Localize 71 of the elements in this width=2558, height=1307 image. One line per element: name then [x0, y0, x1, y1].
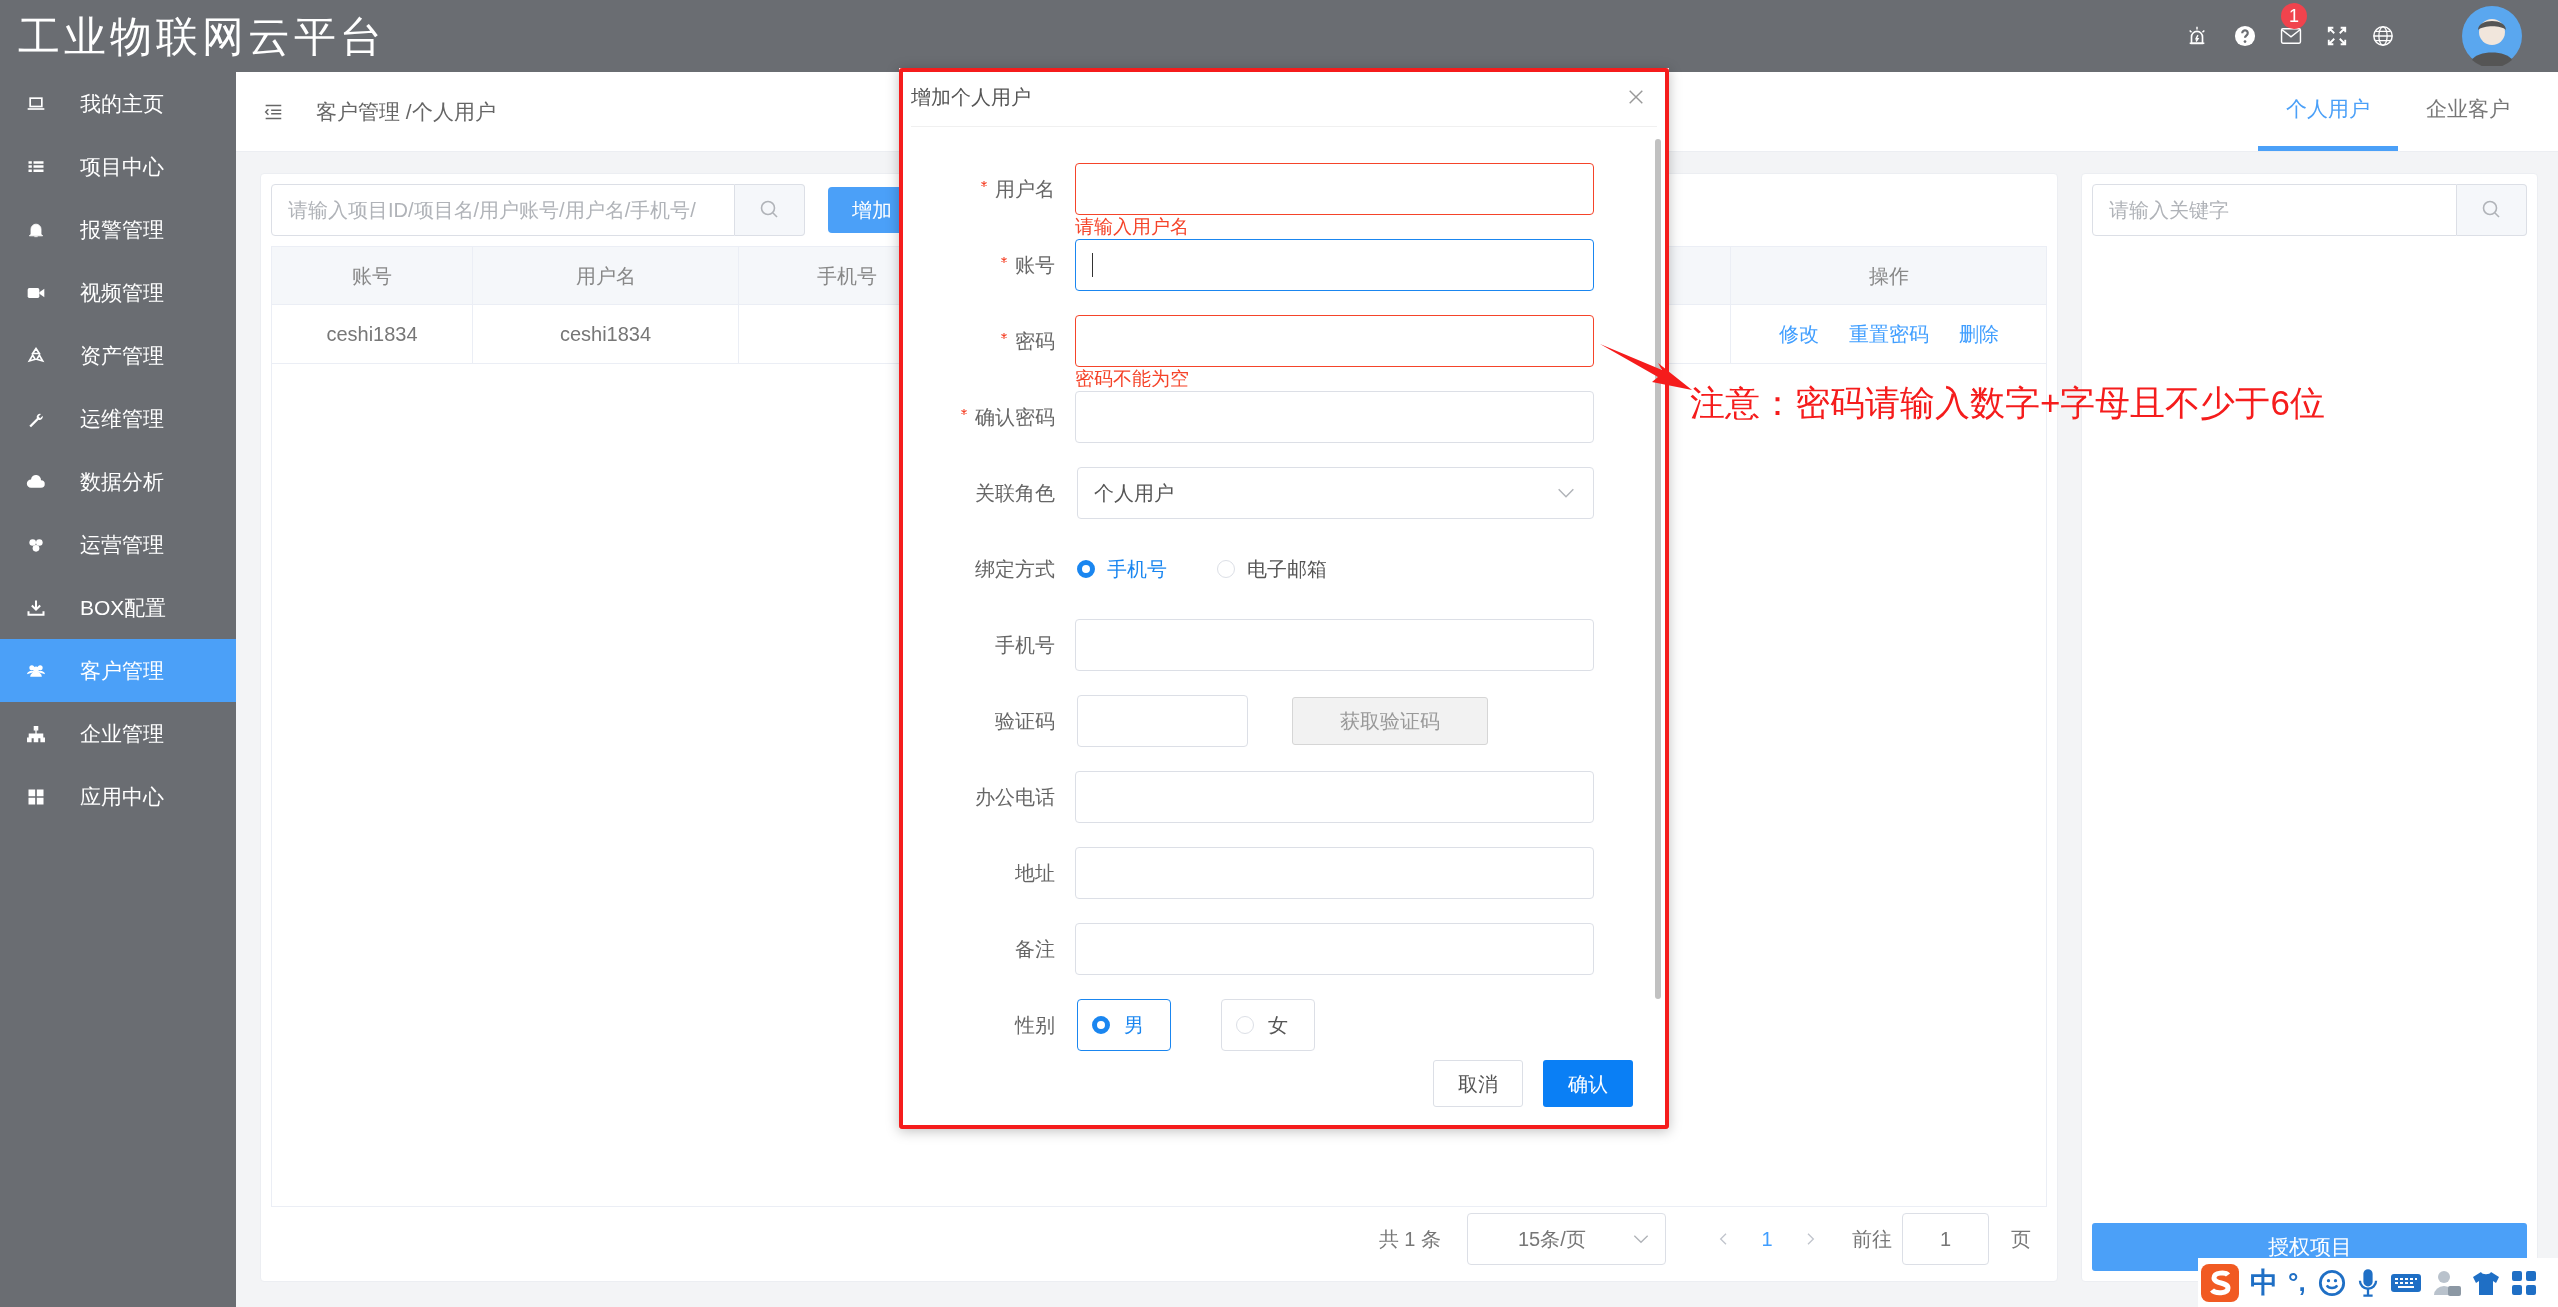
field-label: 手机号: [995, 633, 1055, 658]
sidebar-item[interactable]: 数据分析: [0, 450, 236, 513]
field-label: 绑定方式: [975, 557, 1055, 582]
grid-icon[interactable]: [2509, 1268, 2538, 1297]
notification-badge: 1: [2281, 3, 2307, 29]
ime-logo-icon[interactable]: [2200, 1262, 2240, 1303]
page-number[interactable]: 1: [1742, 1224, 1792, 1254]
dialog-title: 增加个人用户: [911, 85, 1031, 110]
field-label: 用户名: [995, 177, 1055, 202]
tab[interactable]: 企业客户: [2398, 72, 2538, 151]
sidebar-item[interactable]: 运营管理: [0, 513, 236, 576]
get-code-button[interactable]: 获取验证码: [1292, 697, 1488, 745]
search-field[interactable]: 请输入项目ID/项目名/用户账号/用户名/手机号/: [271, 184, 735, 236]
input-field[interactable]: [1075, 315, 1594, 367]
confirm-button[interactable]: 确认: [1543, 1060, 1633, 1107]
field-label: 账号: [1015, 253, 1055, 278]
column-header: 账号: [272, 247, 473, 304]
action-link[interactable]: 修改: [1778, 319, 1819, 349]
field-label: 办公电话: [975, 785, 1055, 810]
radio-option[interactable]: 男: [1077, 999, 1171, 1051]
input-field[interactable]: [1075, 239, 1594, 291]
field-label: 关联角色: [975, 481, 1055, 506]
role-select[interactable]: 个人用户: [1077, 467, 1594, 519]
sidebar-item[interactable]: 我的主页: [0, 72, 236, 135]
sidebar-item[interactable]: 企业管理: [0, 702, 236, 765]
column-header: 操作: [1867, 263, 1910, 289]
table-cell: ceshi1834: [473, 305, 739, 363]
sidebar-item[interactable]: 资产管理: [0, 324, 236, 387]
field-label: 地址: [1015, 861, 1055, 886]
column-header: 用户名: [473, 247, 739, 304]
sidebar-item[interactable]: 报警管理: [0, 198, 236, 261]
help-icon[interactable]: [2234, 25, 2256, 47]
radio-label[interactable]: 手机号: [1107, 554, 1167, 584]
keyword-search-field[interactable]: 请输入关键字: [2092, 184, 2457, 236]
tab[interactable]: 个人用户: [2258, 72, 2398, 151]
total-count: 共 1 条: [1378, 1227, 1441, 1252]
error-message: 密码不能为空: [1075, 367, 1189, 391]
sidebar-item[interactable]: 应用中心: [0, 765, 236, 828]
sidebar-item[interactable]: 客户管理: [0, 639, 236, 702]
sidebar-item[interactable]: BOX配置: [0, 576, 236, 639]
close-icon[interactable]: [1627, 88, 1645, 106]
sidebar-item[interactable]: 项目中心: [0, 135, 236, 198]
field-label: 密码: [1015, 329, 1055, 354]
mail-icon[interactable]: [2280, 27, 2302, 45]
error-message: 请输入用户名: [1075, 215, 1189, 239]
fullscreen-icon[interactable]: [2326, 25, 2348, 47]
field-label: 验证码: [995, 709, 1055, 734]
field-label: 性别: [1015, 1013, 1055, 1038]
breadcrumb: 客户管理 /个人用户: [316, 98, 496, 125]
table-cell: ceshi1834: [272, 305, 473, 363]
action-link[interactable]: 删除: [1958, 319, 1999, 349]
goto-suffix: 页: [2011, 1227, 2031, 1252]
field-label: 备注: [1015, 937, 1055, 962]
page-size-select[interactable]: 15条/页: [1467, 1213, 1666, 1265]
avatar[interactable]: [2462, 6, 2522, 66]
app-title: 工业物联网云平台: [17, 10, 386, 63]
field-label: 确认密码: [975, 405, 1055, 430]
menu-item-icon: [26, 723, 46, 744]
sidebar-item[interactable]: 运维管理: [0, 387, 236, 450]
globe-icon[interactable]: [2372, 25, 2394, 47]
action-link[interactable]: 重置密码: [1848, 319, 1929, 349]
annotation-text: 注意：密码请输入数字+字母且不少于6位: [1690, 382, 2325, 424]
radio-label[interactable]: 电子邮箱: [1247, 554, 1327, 584]
radio-option[interactable]: 女: [1221, 999, 1315, 1051]
input-field[interactable]: [1075, 163, 1594, 215]
cancel-button[interactable]: 取消: [1433, 1060, 1523, 1107]
radio-button[interactable]: [1077, 560, 1095, 578]
sidebar-item[interactable]: 视频管理: [0, 261, 236, 324]
smiley-icon[interactable]: [2317, 1268, 2346, 1297]
page-input[interactable]: 1: [1902, 1213, 1989, 1265]
goto-label: 前往: [1852, 1227, 1892, 1252]
